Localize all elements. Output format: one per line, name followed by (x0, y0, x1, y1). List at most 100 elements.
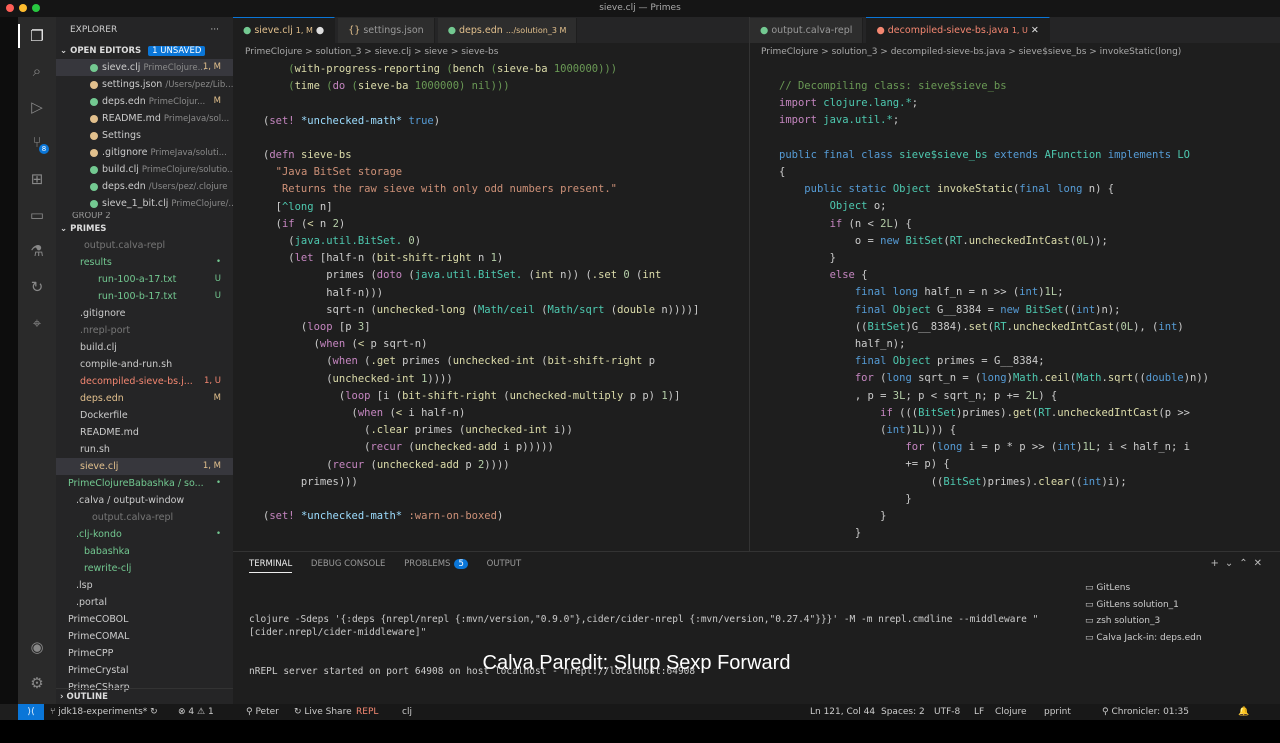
status-bar: ⟩⟨ ⑂ jdk18-experiments* ↻ ⊗ 4 ⚠ 1 ⚲ Pete… (18, 704, 1280, 720)
repl-status[interactable]: REPL (356, 704, 378, 720)
tree-item[interactable]: sieve.clj 1, M (56, 458, 233, 475)
group-2-label[interactable]: GROUP 2 (56, 212, 233, 221)
tree-item[interactable]: README.md (56, 424, 233, 441)
tree-item[interactable]: babashka (56, 543, 233, 560)
extensions-icon[interactable]: ⊞ (27, 169, 47, 189)
terminal-line: clojure -Sdeps '{:deps {nrepl/nrepl {:mv… (249, 614, 1039, 638)
run-debug-icon[interactable]: ▷ (27, 97, 47, 117)
remote-explorer-icon[interactable]: ▭ (27, 205, 47, 225)
tree-item[interactable]: rewrite-clj (56, 560, 233, 577)
explorer-icon[interactable]: ❐ (18, 24, 47, 48)
tree-item[interactable]: PrimeCOBOL (56, 611, 233, 628)
tree-item[interactable]: .lsp (56, 577, 233, 594)
tree-item[interactable]: results • (56, 254, 233, 271)
tab-output[interactable]: OUTPUT (487, 559, 522, 569)
tree-item-name: PrimeCOMAL (68, 631, 130, 642)
namespace-status[interactable]: clj (402, 704, 412, 720)
chevron-down-icon: ⌄ (60, 46, 71, 56)
file-icon (90, 148, 98, 157)
open-editor-item[interactable]: sieve_1_bit.clj PrimeClojure/... (56, 195, 233, 212)
problems-status[interactable]: ⊗ 4 ⚠ 1 (178, 704, 214, 720)
tab-debug-console[interactable]: DEBUG CONSOLE (311, 559, 385, 569)
tab-deps-edn[interactable]: ● deps.edn .../solution_3 M (437, 18, 578, 43)
cursor-position[interactable]: Ln 121, Col 44 (810, 704, 875, 720)
terminal-item-zsh[interactable]: ▭ zsh solution_3 (1085, 613, 1202, 630)
zoom-window-icon[interactable] (32, 4, 40, 12)
remote-icon[interactable]: ⟩⟨ (18, 704, 44, 720)
outline-section[interactable]: › OUTLINE (56, 688, 233, 704)
tree-item-name: PrimeCOBOL (68, 614, 129, 625)
tree-item[interactable]: run.sh (56, 441, 233, 458)
account-icon[interactable]: ◉ (27, 637, 47, 657)
tree-item[interactable]: PrimeCPP (56, 645, 233, 662)
tab-sieve-clj[interactable]: ● sieve.clj 1, M ● (233, 17, 336, 43)
notifications-icon[interactable]: 🔔 (1238, 704, 1249, 720)
source-control-icon[interactable]: ⑂ 8 (27, 132, 49, 154)
open-editor-item[interactable]: sieve.clj PrimeClojure... 1, M (56, 59, 233, 76)
open-editor-item[interactable]: build.clj PrimeClojure/solutio... (56, 161, 233, 178)
chronicler-status[interactable]: ⚲ Chronicler: 01:35 (1102, 704, 1189, 720)
tree-item[interactable]: deps.edn M (56, 390, 233, 407)
live-share-status[interactable]: ↻ Live Share (294, 704, 352, 720)
tree-item[interactable]: .clj-kondo • (56, 526, 233, 543)
testing-icon[interactable]: ⚗ (27, 241, 47, 261)
tree-item[interactable]: run-100-a-17.txt U (56, 271, 233, 288)
tree-item-status: M (213, 393, 221, 403)
tree-item-name: .clj-kondo (76, 529, 122, 540)
tree-item[interactable]: PrimeClojureBabashka / so... • (56, 475, 233, 492)
terminal-item-calva[interactable]: ▭ Calva Jack-in: deps.edn (1085, 630, 1202, 647)
file-tree: output.calva-repl results • run-100-a-17.tx… (56, 237, 233, 696)
open-editors-section[interactable]: ⌄ OPEN EDITORS 1 UNSAVED (56, 43, 233, 59)
language-status[interactable]: Clojure (995, 704, 1027, 720)
primes-folder[interactable]: ⌄ PRIMES (56, 221, 233, 237)
settings-gear-icon[interactable]: ⚙ (27, 673, 47, 693)
tab-settings-json[interactable]: {} settings.json (338, 18, 435, 43)
terminal-item-gitlens[interactable]: ▭ GitLens (1085, 580, 1202, 597)
tab-problems[interactable]: PROBLEMS 5 (404, 559, 468, 569)
open-editor-item[interactable]: README.md PrimeJava/sol... (56, 110, 233, 127)
java-code[interactable]: // Decompiling class: sieve$sieve_bs imp… (779, 78, 1259, 542)
right-breadcrumb[interactable]: PrimeClojure > solution_3 > decompiled-s… (761, 44, 1276, 60)
tree-item[interactable]: PrimeCOMAL (56, 628, 233, 645)
open-editor-name: .gitignore (102, 147, 148, 158)
user-status[interactable]: ⚲ Peter (246, 704, 279, 720)
open-editor-item[interactable]: settings.json/Users/pez/Lib... (56, 76, 233, 93)
terminal-item-gitlens-solution1[interactable]: ▭ GitLens solution_1 (1085, 597, 1202, 614)
panel-actions[interactable]: +⌄⌃✕ (1210, 558, 1268, 569)
formatter-status[interactable]: pprint (1044, 704, 1071, 720)
tab-output-calva-repl[interactable]: ● output.calva-repl (750, 18, 864, 43)
tree-item[interactable]: run-100-b-17.txt U (56, 288, 233, 305)
gitlens-icon[interactable]: ⌖ (27, 313, 47, 333)
clojure-code[interactable]: (with-progress-reporting (bench (sieve-b… (263, 61, 748, 525)
tree-item[interactable]: .portal (56, 594, 233, 611)
open-editor-item[interactable]: deps.edn PrimeClojur... M (56, 93, 233, 110)
tree-item[interactable]: build.clj (56, 339, 233, 356)
tree-item[interactable]: compile-and-run.sh (56, 356, 233, 373)
open-editor-item[interactable]: deps.edn/Users/pez/.clojure (56, 178, 233, 195)
editor-split-divider[interactable] (749, 17, 750, 551)
tree-item[interactable]: .nrepl-port (56, 322, 233, 339)
search-icon[interactable]: ⌕ (27, 61, 47, 81)
left-breadcrumb[interactable]: PrimeClojure > solution_3 > sieve.clj > … (245, 44, 745, 60)
live-share-icon[interactable]: ↻ (27, 277, 47, 297)
tree-item[interactable]: Dockerfile (56, 407, 233, 424)
tree-item[interactable]: output.calva-repl (56, 237, 233, 254)
tree-item-name: PrimeClojureBabashka / so... (68, 478, 204, 489)
open-editor-item[interactable]: Settings (56, 127, 233, 144)
tree-item[interactable]: .gitignore (56, 305, 233, 322)
close-window-icon[interactable] (6, 4, 14, 12)
branch-status[interactable]: ⑂ jdk18-experiments* ↻ (50, 704, 158, 720)
tree-item[interactable]: PrimeCrystal (56, 662, 233, 679)
tab-terminal[interactable]: TERMINAL (249, 559, 293, 573)
more-actions-icon[interactable]: ··· (210, 17, 219, 43)
indentation-status[interactable]: Spaces: 2 (881, 704, 925, 720)
tree-item[interactable]: decompiled-sieve-bs.j... 1, U (56, 373, 233, 390)
eol-status[interactable]: LF (974, 704, 984, 720)
window-controls[interactable] (6, 4, 40, 12)
tree-item[interactable]: .calva / output-window (56, 492, 233, 509)
tree-item[interactable]: output.calva-repl (56, 509, 233, 526)
encoding-status[interactable]: UTF-8 (934, 704, 960, 720)
tab-decompiled-java[interactable]: ● decompiled-sieve-bs.java 1, U ✕ (866, 17, 1050, 43)
minimize-window-icon[interactable] (19, 4, 27, 12)
open-editor-item[interactable]: .gitignore PrimeJava/soluti... (56, 144, 233, 161)
